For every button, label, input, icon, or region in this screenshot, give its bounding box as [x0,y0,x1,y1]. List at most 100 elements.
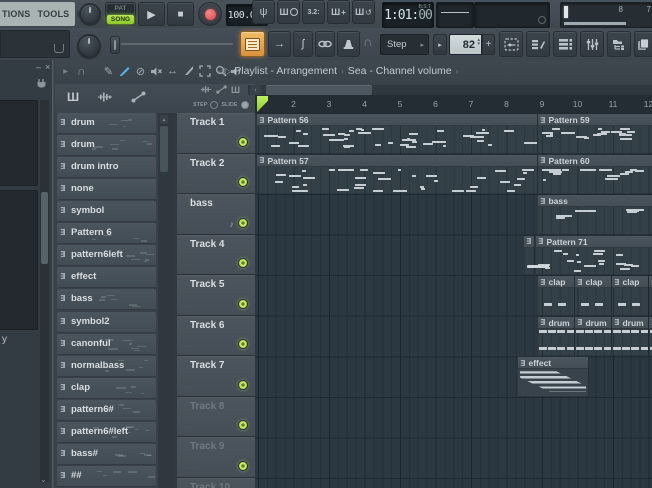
picker-item[interactable]: ∃ drum [57,113,156,134]
pat-mode-button[interactable]: PAT [107,4,134,14]
master-pitch-slider-thumb[interactable] [110,36,120,54]
picker-item[interactable]: ∃ bass# [57,443,156,465]
playback-start-flag[interactable] [257,96,268,112]
picker-item[interactable]: ∃ pattern6#left [57,421,156,443]
mini-play-button[interactable]: ▸ [433,34,447,55]
track-enable-led[interactable] [238,379,248,390]
metronome-bell-button[interactable] [337,31,360,57]
cpu-panel[interactable]: 8 7 [560,2,652,28]
track-header[interactable]: Track 7 ···· [177,356,255,397]
record-button[interactable] [198,2,222,26]
playlist-title[interactable]: ◁▷ Playlist - Arrangement › Sea - Channel … [218,65,462,77]
delete-tool-icon[interactable]: ⊘ [133,63,148,79]
clip-titlebar[interactable]: ∃ Pattern 56 [257,114,537,126]
step-edit-button[interactable] [240,31,265,57]
playlist-clip[interactable]: ∃ [524,235,535,275]
slice-tool-icon[interactable] [181,63,196,79]
track-grip[interactable]: ···· [183,263,195,269]
scrollbar-thumb[interactable] [266,85,372,95]
countdown-button[interactable]: 3.2: [302,0,325,24]
clip-titlebar[interactable]: ∃ [524,235,534,248]
window-switch-icon[interactable]: ◁▷ [218,66,234,76]
playlist-titlebar[interactable]: ▶ ∩ ✎ ⊘ ↔ ◁▷ Playlist - Arrangement › Se… [55,60,652,85]
picker-item[interactable]: ∃ ## [57,465,156,487]
picker-scrollbar[interactable]: ▴ [158,113,170,488]
track-header[interactable]: Track 4 ···· [177,234,255,276]
value-display[interactable]: 82 ▴ ▾ [449,34,482,55]
piano-roll-button[interactable] [526,31,550,57]
note-slide-button[interactable]: ʃ [293,31,313,57]
picker-item[interactable]: ∃ pattern6left [57,245,156,267]
loop-record-button[interactable]: Ш ↺ [352,0,375,24]
chevron-down-icon[interactable]: ⌄ [40,475,47,484]
browser-scrollbar[interactable] [40,100,49,482]
track-header[interactable]: Track 10···· [177,477,255,488]
track-enable-led[interactable] [238,420,248,431]
track-header[interactable]: Track 9 ···· [177,437,255,478]
playlist-clip[interactable]: ∃ clap [612,276,649,315]
track-header[interactable]: Track 1 ···· [177,113,255,154]
song-mode-button[interactable]: SONG [107,14,134,24]
timeline-ruler[interactable]: 2 3 4 5 6 7 8 9 10 11 12 [255,95,652,114]
overdub-button[interactable]: Ш + [327,0,350,24]
track-enable-led[interactable] [238,217,248,228]
audio-mini-icon[interactable] [200,85,212,94]
clip-titlebar[interactable]: ∃ drum [538,316,574,329]
snap-selector[interactable]: Step ▸ [380,34,429,55]
clip-titlebar[interactable]: ∃ clap [612,276,648,289]
step-toggle[interactable] [210,101,219,109]
spinner-icon[interactable]: ▴ ▾ [477,38,480,47]
playlist-clip[interactable]: ∃ drum [538,316,575,356]
clip-titlebar[interactable]: ∃ Pattern 59 [538,114,652,126]
clip-titlebar[interactable]: ∃ clap [575,276,611,289]
picker-item[interactable]: ∃ drum [57,135,156,157]
track-enable-led[interactable] [238,177,248,188]
track-enable-led[interactable] [238,298,248,309]
playlist-clip[interactable]: ∃ drum [612,316,649,356]
picker-item[interactable]: ∃ Pattern 6 [57,223,156,245]
picker-item[interactable]: ∃ bass [57,289,156,311]
track-enable-led[interactable] [238,258,248,269]
picker-item[interactable]: ∃ effect [57,267,156,289]
clip-titlebar[interactable]: ∃ drum [575,316,611,329]
playlist-clip[interactable]: ∃ Pattern 59 [538,114,652,153]
playlist-clip[interactable]: ∃ effect [518,357,589,396]
track-header[interactable]: Track 8 ···· [177,396,255,438]
clip-titlebar[interactable]: ∃ Pattern 71 [536,235,652,248]
menu-item-tions[interactable]: TIONS [2,9,31,19]
picker-item[interactable]: ∃ none [57,179,156,201]
multilink-button[interactable] [315,31,335,57]
touch-controller-button[interactable] [499,31,523,57]
picker-item[interactable]: ∃ drum intro [57,157,156,179]
mixer-button[interactable] [580,31,604,57]
track-enable-led[interactable] [238,136,248,147]
plugin-icon[interactable] [36,76,47,94]
track-grip[interactable]: ···· [183,304,195,310]
mute-tool-icon[interactable] [149,63,164,79]
track-grip[interactable]: ···· [183,425,195,431]
automation-mini-icon[interactable] [216,85,227,94]
clip-titlebar[interactable]: ∃ clap [538,276,574,289]
wait-for-input-button[interactable]: Ш [277,0,300,24]
track-grip[interactable]: ···· [183,466,195,472]
playlist-clip[interactable]: ∃ Pattern 71 [536,235,652,275]
slip-tool-icon[interactable]: ↔ [165,63,180,79]
clip-titlebar[interactable]: ∃ bass [538,195,652,208]
play-button[interactable]: ▶ [138,2,165,26]
plugin-picker-button[interactable] [634,31,652,57]
automation-tab-icon[interactable] [131,90,146,108]
typing-to-piano-button[interactable]: → [268,31,291,57]
browser-subpanel[interactable] [0,190,38,330]
scroll-up-button[interactable]: ▴ [160,115,168,124]
menu-item-tools[interactable]: TOOLS [38,9,70,19]
slide-toggle[interactable] [240,101,249,109]
clip-titlebar[interactable]: ∃ drum [612,316,648,329]
track-grip[interactable]: ···· [183,142,195,148]
playlist-clip[interactable]: ∃ clap [575,276,612,315]
channel-rack-button[interactable] [553,31,577,57]
track-grip[interactable]: ···· [183,223,195,229]
playlist-clip[interactable]: ∃ bass [538,195,652,234]
patterns-mini-icon[interactable]: Ш [231,85,240,95]
value-plus-button[interactable]: + [482,34,495,55]
playlist-grid[interactable]: ∃ Pattern 56 ∃ Pattern 59 ∃ Pattern 57 ∃ Patter… [255,113,652,488]
